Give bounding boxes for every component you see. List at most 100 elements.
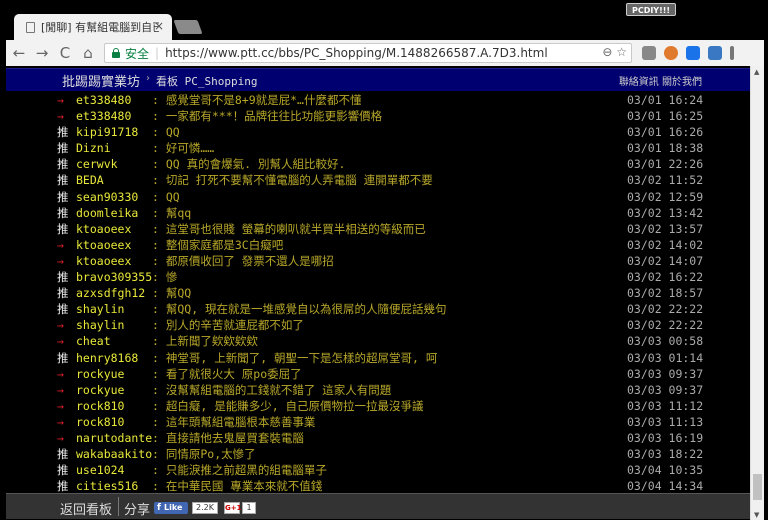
scroll-up-icon[interactable]: ▲ xyxy=(754,68,759,76)
comment-user: shaylin xyxy=(76,318,125,333)
comment-time: 03/02 16:22 xyxy=(627,270,704,285)
url-text[interactable]: https://www.ptt.cc/bbs/PC_Shopping/M.148… xyxy=(165,46,548,60)
arrow-tag: → xyxy=(57,237,64,252)
ptt-page: 批踢踢實業坊 › 看板 PC_Shopping 聯絡資訊 關於我們 → et338… xyxy=(6,66,764,520)
lock-icon xyxy=(111,48,121,58)
fb-like-label: Like xyxy=(164,503,183,512)
comment-time: 03/03 09:37 xyxy=(627,382,704,397)
push-tag: 推 xyxy=(57,157,69,172)
comment-user: rockyue xyxy=(76,382,125,397)
document-icon xyxy=(26,21,35,33)
comment-content: : 沒幫幫組電腦的工錢就不錯了 這家人有問題 xyxy=(152,382,392,397)
comment-time: 03/03 11:12 xyxy=(627,398,704,413)
scroll-thumb[interactable] xyxy=(753,474,762,500)
comment-user: et338480 xyxy=(76,93,132,107)
arrow-tag: → xyxy=(57,93,64,107)
comment-row: 推 doomleika: 幫qq 03/02 13:42 xyxy=(6,205,750,221)
comment-user: cities516 xyxy=(76,479,139,494)
comment-row: → rockyue : 沒幫幫組電腦的工錢就不錯了 這家人有問題 03/03 09:3… xyxy=(6,382,750,398)
browser-tabstrip: [閒聊] 有幫組電腦到自已 × PCDIY!!! xyxy=(0,0,768,40)
arrow-tag: → xyxy=(57,398,64,413)
menu-icon[interactable] xyxy=(730,46,734,60)
download-icon[interactable] xyxy=(642,46,656,60)
comment-time: 03/03 01:14 xyxy=(627,350,704,365)
back-to-board-button[interactable]: 返回看板 xyxy=(60,499,112,518)
site-title[interactable]: 批踢踢實業坊 xyxy=(62,71,140,90)
comment-time: 03/03 09:37 xyxy=(627,366,704,381)
comment-row: → ktoaoeex: 整個家庭都是3C白癡吧 03/02 14:02 xyxy=(6,237,750,253)
arrow-tag: → xyxy=(57,430,64,445)
push-tag: 推 xyxy=(57,463,69,478)
comment-content: : 整個家庭都是3C白癡吧 xyxy=(152,237,284,252)
comment-user: ktoaoeex xyxy=(76,253,132,268)
facebook-icon: f xyxy=(157,503,161,513)
comment-content: : 這年頭幫組電腦根本慈善事業 xyxy=(152,414,316,429)
comment-user: sean90330 xyxy=(76,189,139,204)
comment-row: 推 ktoaoeex: 這堂哥也很賤 螢幕的喇叭就半買半相送的等級而已 03/02 … xyxy=(6,221,750,237)
comment-time: 03/01 18:38 xyxy=(627,141,704,156)
comment-row: → cheat: 上新聞了欸欸欸欸 03/03 00:58 xyxy=(6,333,750,349)
comment-user: ktoaoeex xyxy=(76,237,132,252)
push-tag: 推 xyxy=(57,350,69,365)
extension-badge[interactable]: PCDIY!!! xyxy=(626,3,676,16)
comment-user: shaylin xyxy=(76,302,125,317)
scrollbar[interactable]: ▲ ▼ xyxy=(750,66,764,520)
topbar-links[interactable]: 聯絡資訊 關於我們 xyxy=(619,73,702,88)
comment-time: 03/02 13:57 xyxy=(627,221,704,236)
comment-time: 03/04 10:35 xyxy=(627,463,704,478)
comment-content: : QQ 真的會爆氣. 別幫人組比較好. xyxy=(152,157,346,172)
comment-time: 03/02 14:07 xyxy=(627,253,704,268)
comment-content: : 好可憐…… xyxy=(152,141,215,156)
push-tag: 推 xyxy=(57,221,69,236)
extension-icon[interactable] xyxy=(686,46,700,60)
comment-time: 03/02 18:57 xyxy=(627,286,704,301)
push-tag: 推 xyxy=(57,141,69,156)
divider xyxy=(118,497,119,516)
comment-row: → rock810: 這年頭幫組電腦根本慈善事業 03/03 11:13 xyxy=(6,414,750,430)
facebook-like-button[interactable]: f Like xyxy=(154,502,188,514)
comment-time: 03/03 00:58 xyxy=(627,334,704,349)
address-bar[interactable]: 安全 | https://www.ptt.cc/bbs/PC_Shopping/… xyxy=(104,43,632,63)
browser-tab[interactable]: [閒聊] 有幫組電腦到自已 × xyxy=(14,14,172,40)
comment-content: : 只能淚推之前超黑的組電腦單子 xyxy=(152,463,327,478)
browser-toolbar: ← → C ⌂ 安全 | https://www.ptt.cc/bbs/PC_S… xyxy=(6,40,764,66)
comment-time: 03/02 12:59 xyxy=(627,189,704,204)
breadcrumb-arrow: › xyxy=(146,73,150,84)
board-link[interactable]: 看板 PC_Shopping xyxy=(156,73,257,89)
home-icon[interactable]: ⌂ xyxy=(78,43,98,63)
fb-like-count: 2.2K xyxy=(192,502,218,514)
forward-icon[interactable]: → xyxy=(32,43,52,63)
comment-content: : 幫qq xyxy=(152,205,192,220)
gplus-button[interactable]: G+1 xyxy=(224,502,241,514)
comment-user: et338480 xyxy=(76,109,132,124)
gplus-count: 1 xyxy=(242,502,256,514)
comment-content: : 在中華民國 專業本來就不值錢 xyxy=(152,479,323,494)
zoom-bookmark-icons[interactable]: ⊖ ☆ xyxy=(602,45,627,59)
new-tab-button[interactable] xyxy=(173,20,203,34)
push-tag: 推 xyxy=(57,286,69,301)
push-tag: 推 xyxy=(57,447,69,462)
comment-content: : 上新聞了欸欸欸欸 xyxy=(152,334,258,349)
comment-time: 03/04 14:34 xyxy=(627,479,704,494)
comment-row: → narutodante: 直接請他去鬼屋買套裝電腦 03/03 16:19 xyxy=(6,430,750,446)
comment-row: 推 Dizni: 好可憐…… 03/01 18:38 xyxy=(6,140,750,156)
comment-row: 推 cerwvk: QQ 真的會爆氣. 別幫人組比較好. 03/01 22:26 xyxy=(6,156,750,172)
close-tab-icon[interactable]: × xyxy=(154,19,164,33)
reload-icon[interactable]: C xyxy=(55,43,75,63)
ptt-bottombar: 返回看板 分享 f Like 2.2K G+1 1 xyxy=(6,493,750,519)
scroll-down-icon[interactable]: ▼ xyxy=(754,511,759,519)
push-tag: 推 xyxy=(57,479,69,494)
share-label: 分享 xyxy=(124,503,151,518)
comment-user: cerwvk xyxy=(76,157,118,172)
back-icon[interactable]: ← xyxy=(9,43,29,63)
comment-content: : 感覺堂哥不是8+9就是屁*…什麼都不懂 xyxy=(152,93,362,107)
extension-icon[interactable] xyxy=(664,46,678,60)
comment-row: 推 kipi91718: QQ 03/01 16:26 xyxy=(6,124,750,140)
extension-icon[interactable] xyxy=(708,46,722,60)
arrow-tag: → xyxy=(57,382,64,397)
comment-row: 推 cities516 : 在中華民國 專業本來就不值錢 03/04 14:34 xyxy=(6,478,750,494)
comment-content: : QQ xyxy=(152,125,180,140)
comment-content: : 同情原Po,太慘了 xyxy=(152,447,256,462)
comment-content: : 這堂哥也很賤 螢幕的喇叭就半買半相送的等級而已 xyxy=(152,221,426,236)
tab-title: [閒聊] 有幫組電腦到自已 xyxy=(41,21,159,34)
